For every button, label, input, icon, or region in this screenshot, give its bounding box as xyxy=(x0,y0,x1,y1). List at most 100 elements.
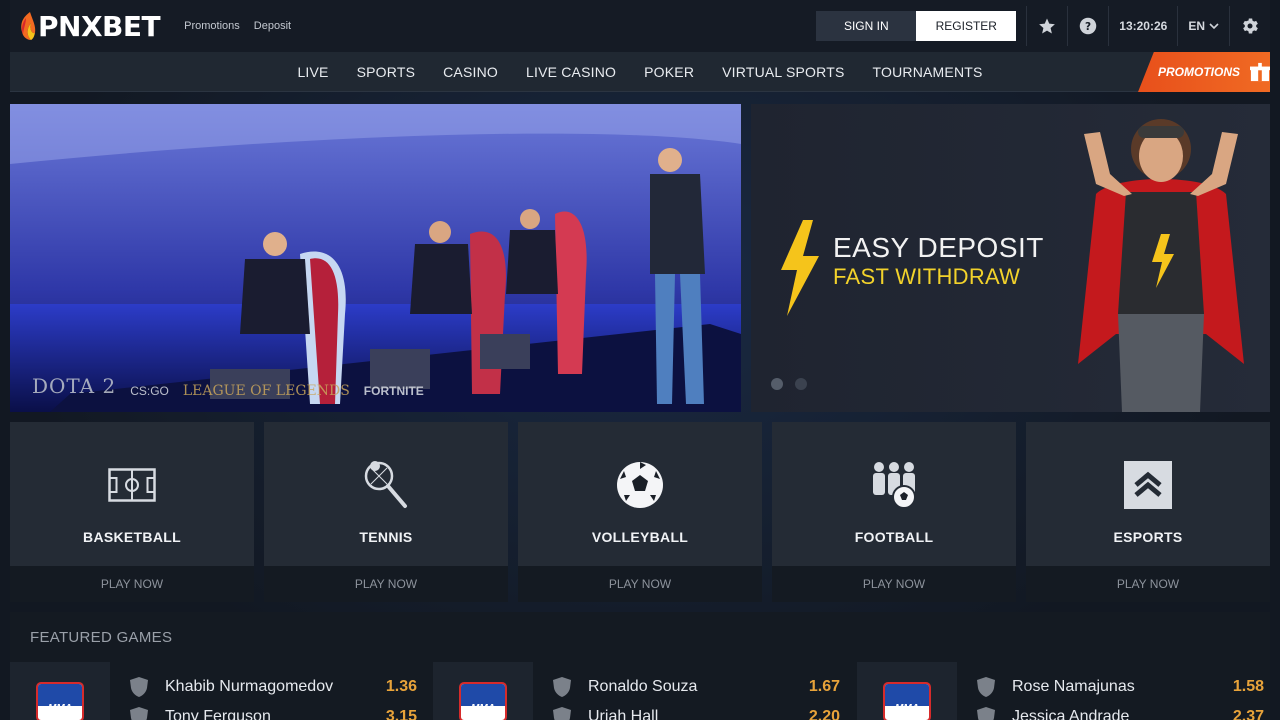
divider xyxy=(1108,6,1110,46)
shield-icon xyxy=(130,677,148,697)
fighter-row[interactable]: Rose Namajunas 1.58 xyxy=(977,672,1270,702)
court-icon xyxy=(107,460,157,510)
team-ball-icon xyxy=(869,460,919,510)
nav-item-tournaments[interactable]: TOURNAMENTS xyxy=(859,64,997,80)
fighter-row[interactable]: Khabib Nurmagomedov 1.36 xyxy=(130,672,423,702)
game-thumbnail: MMA xyxy=(857,662,957,720)
featured-game[interactable]: MMA Khabib Nurmagomedov 1.36 Tony Fergus… xyxy=(10,662,423,720)
play-now-button[interactable]: PLAY NOW xyxy=(264,566,508,602)
logo[interactable]: PNXBET xyxy=(20,0,161,52)
divider xyxy=(1026,6,1028,46)
featured-game[interactable]: MMA Ronaldo Souza 1.67 Uriah Hall 2.20 xyxy=(433,662,846,720)
odds-value[interactable]: 1.67 xyxy=(809,678,840,696)
chevron-down-icon xyxy=(1209,23,1219,30)
divider xyxy=(1229,6,1230,46)
shield-icon xyxy=(130,707,148,720)
tennis-racket-icon xyxy=(361,460,411,510)
promotions-link[interactable]: Promotions xyxy=(184,20,240,32)
star-icon[interactable] xyxy=(1037,16,1057,36)
odds-value[interactable]: 2.37 xyxy=(1233,708,1264,720)
carousel-dot[interactable] xyxy=(795,378,807,390)
promotions-label: PROMOTIONS xyxy=(1158,65,1241,79)
mma-logo: MMA xyxy=(883,682,931,720)
tile-title: FOOTBALL xyxy=(854,529,934,545)
carousel-dots xyxy=(771,378,807,390)
nav-item-sports[interactable]: SPORTS xyxy=(343,64,430,80)
fortnite-logo: FORTNITE xyxy=(363,384,424,398)
esports-arena-image xyxy=(10,104,741,412)
fighter-row[interactable]: Uriah Hall 2.20 xyxy=(553,702,846,720)
fighter-name: Tony Ferguson xyxy=(165,708,271,720)
nav-item-casino[interactable]: CASINO xyxy=(429,64,512,80)
fighter-name: Ronaldo Souza xyxy=(588,678,698,695)
odds-value[interactable]: 1.58 xyxy=(1233,678,1264,696)
fighter-name: Rose Namajunas xyxy=(1012,678,1135,695)
nav-item-virtual-sports[interactable]: VIRTUAL SPORTS xyxy=(708,64,858,80)
game-logos: DOTA 2 CS:GO LEAGUE OF LEGENDS FORTNITE xyxy=(32,374,424,398)
odds-value[interactable]: 3.15 xyxy=(386,708,417,720)
deposit-title: EASY DEPOSIT xyxy=(833,232,1044,263)
section-title: FEATURED GAMES xyxy=(30,629,173,646)
mma-logo: MMA xyxy=(36,682,84,720)
esports-banner[interactable]: DOTA 2 CS:GO LEAGUE OF LEGENDS FORTNITE xyxy=(10,104,741,412)
divider xyxy=(1067,6,1069,46)
fighter-name: Jessica Andrade xyxy=(1012,708,1130,720)
sport-tiles: BASKETBALL PLAY NOW TENNIS PLAY NOW VOLL… xyxy=(10,422,1270,602)
mma-logo: MMA xyxy=(459,682,507,720)
csgo-logo: CS:GO xyxy=(130,384,169,398)
main-nav: LIVE SPORTS CASINO LIVE CASINO POKER VIR… xyxy=(10,52,1270,92)
lightning-icon xyxy=(781,220,819,316)
tile-basketball[interactable]: BASKETBALL PLAY NOW xyxy=(10,422,254,602)
fighter-row[interactable]: Ronaldo Souza 1.67 xyxy=(553,672,846,702)
nav-item-live-casino[interactable]: LIVE CASINO xyxy=(512,64,630,80)
tile-football[interactable]: FOOTBALL PLAY NOW xyxy=(772,422,1016,602)
game-thumbnail: MMA xyxy=(10,662,110,720)
divider xyxy=(1177,6,1179,46)
play-now-button[interactable]: PLAY NOW xyxy=(10,566,254,602)
dota2-logo: DOTA 2 xyxy=(32,374,117,398)
sign-in-button[interactable]: SIGN IN xyxy=(816,11,917,41)
shield-icon xyxy=(977,707,995,720)
shield-icon xyxy=(553,707,571,720)
clock: 13:20:26 xyxy=(1119,19,1168,33)
register-button[interactable]: REGISTER xyxy=(916,11,1017,41)
deposit-banner[interactable]: EASY DEPOSIT FAST WITHDRAW xyxy=(751,104,1270,412)
tile-title: VOLLEYBALL xyxy=(591,529,689,545)
gear-icon[interactable] xyxy=(1240,16,1260,36)
featured-game[interactable]: MMA Rose Namajunas 1.58 Jessica Andrade … xyxy=(857,662,1270,720)
deposit-link[interactable]: Deposit xyxy=(254,20,291,32)
lol-logo: LEAGUE OF LEGENDS xyxy=(182,383,350,399)
ball-icon xyxy=(615,460,665,510)
promotions-badge[interactable]: PROMOTIONS xyxy=(1138,52,1270,92)
nav-item-live[interactable]: LIVE xyxy=(283,64,342,80)
shield-icon xyxy=(553,677,571,697)
fighter-row[interactable]: Jessica Andrade 2.37 xyxy=(977,702,1270,720)
play-now-button[interactable]: PLAY NOW xyxy=(518,566,762,602)
play-now-button[interactable]: PLAY NOW xyxy=(772,566,1016,602)
shield-icon xyxy=(977,677,995,697)
superhero-figure xyxy=(1078,119,1244,412)
help-icon[interactable]: ? xyxy=(1078,16,1098,36)
language-selector[interactable]: EN xyxy=(1188,19,1219,33)
tile-title: ESPORTS xyxy=(1113,529,1183,545)
featured-games: FEATURED GAMES MMA Khabib Nurmagomedov 1… xyxy=(10,612,1270,720)
tile-tennis[interactable]: TENNIS PLAY NOW xyxy=(264,422,508,602)
deposit-subtitle: FAST WITHDRAW xyxy=(833,264,1021,289)
odds-value[interactable]: 1.36 xyxy=(386,678,417,696)
tile-volleyball[interactable]: VOLLEYBALL PLAY NOW xyxy=(518,422,762,602)
logo-text: PNXBET xyxy=(38,9,161,43)
tile-esports[interactable]: ESPORTS PLAY NOW xyxy=(1026,422,1270,602)
chevrons-up-icon xyxy=(1123,460,1173,510)
fighter-name: Uriah Hall xyxy=(588,708,659,720)
tile-title: TENNIS xyxy=(359,529,413,545)
svg-text:?: ? xyxy=(1085,21,1091,33)
odds-value[interactable]: 2.20 xyxy=(809,708,840,720)
flame-icon xyxy=(21,12,36,40)
nav-item-poker[interactable]: POKER xyxy=(630,64,708,80)
fighter-row[interactable]: Tony Ferguson 3.15 xyxy=(130,702,423,720)
gift-icon xyxy=(1250,62,1270,82)
language-label: EN xyxy=(1188,19,1205,33)
carousel-dot[interactable] xyxy=(771,378,783,390)
tile-title: BASKETBALL xyxy=(83,529,181,545)
play-now-button[interactable]: PLAY NOW xyxy=(1026,566,1270,602)
